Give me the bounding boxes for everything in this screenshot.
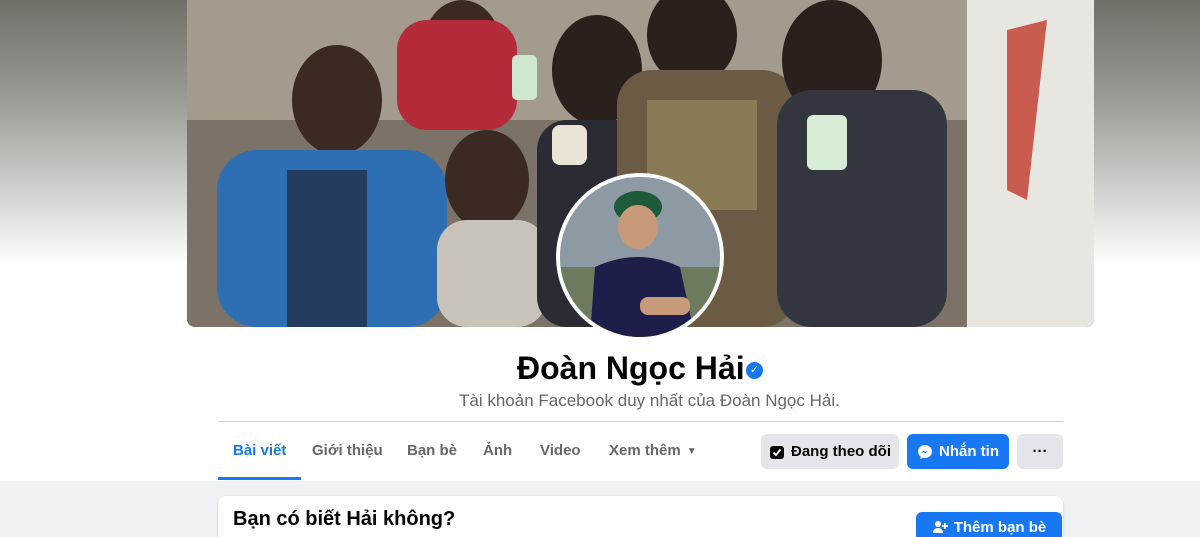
add-friend-label: Thêm bạn bè bbox=[953, 518, 1047, 536]
tab-about[interactable]: Giới thiệu bbox=[297, 422, 398, 480]
profile-bio: Tài khoản Facebook duy nhất của Đoàn Ngọ… bbox=[459, 391, 840, 410]
add-friend-icon bbox=[932, 519, 948, 535]
tab-more[interactable]: Xem thêm ▼ bbox=[594, 422, 712, 480]
tab-friends[interactable]: Bạn bè bbox=[392, 422, 472, 480]
caret-down-icon: ▼ bbox=[686, 446, 697, 457]
following-button[interactable]: Đang theo dõi bbox=[761, 434, 899, 469]
profile-picture[interactable] bbox=[556, 173, 724, 341]
people-you-may-know-card: Bạn có biết Hải không? Thêm bạn bè bbox=[218, 496, 1063, 537]
tab-more-label: Xem thêm bbox=[609, 442, 681, 459]
card-title: Bạn có biết Hải không? bbox=[233, 508, 456, 530]
following-icon bbox=[769, 444, 785, 460]
following-label: Đang theo dõi bbox=[791, 443, 891, 460]
verified-badge-icon: ✓ bbox=[746, 362, 763, 379]
tab-photos[interactable]: Ảnh bbox=[468, 422, 527, 480]
profile-name: Đoàn Ngọc Hải bbox=[517, 350, 745, 386]
message-label: Nhắn tin bbox=[939, 443, 999, 460]
tab-posts[interactable]: Bài viết bbox=[218, 422, 302, 480]
more-dots-icon[interactable]: ··· bbox=[1017, 434, 1063, 469]
add-friend-button[interactable]: Thêm bạn bè bbox=[916, 512, 1062, 537]
messenger-icon bbox=[917, 444, 933, 460]
tab-videos[interactable]: Video bbox=[525, 422, 596, 480]
message-button[interactable]: Nhắn tin bbox=[907, 434, 1009, 469]
